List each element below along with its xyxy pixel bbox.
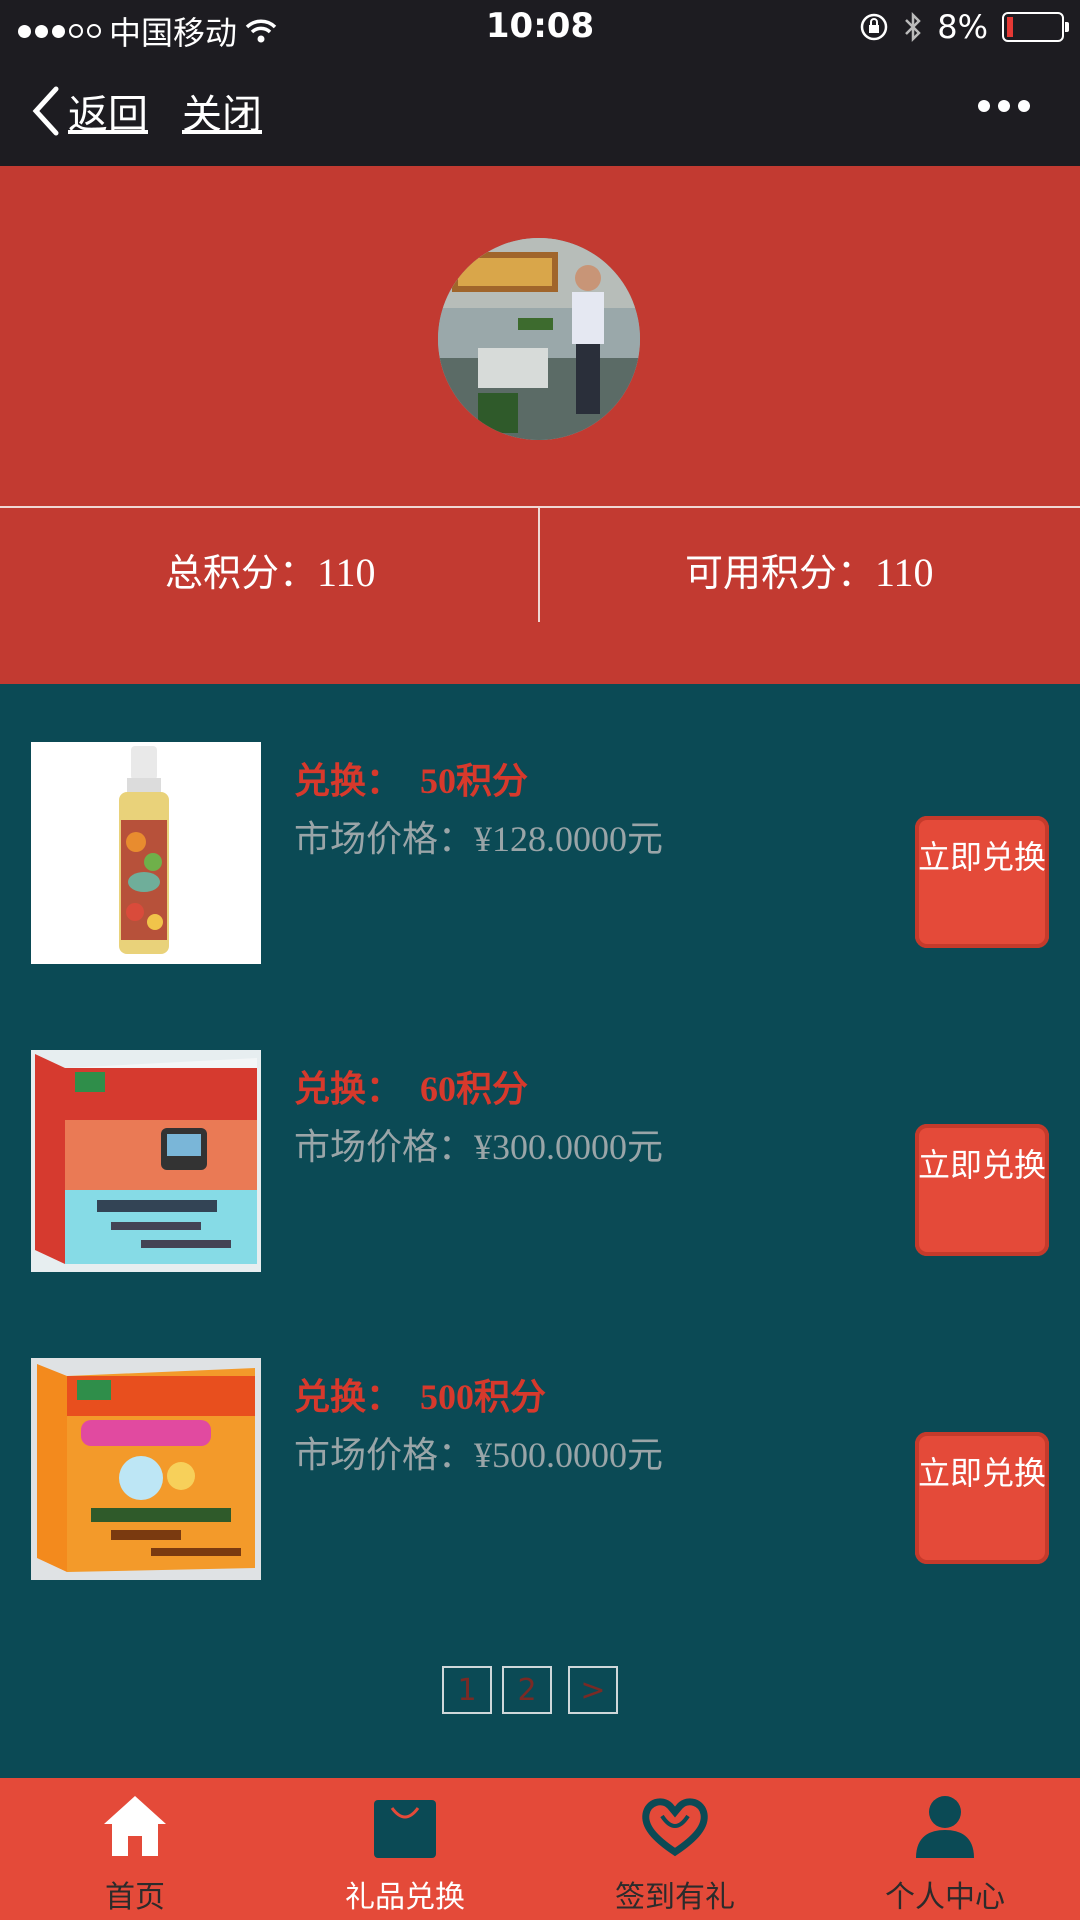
chevron-left-icon <box>32 86 59 136</box>
points-required: 500积分 <box>420 1377 547 1417</box>
exchange-points: 兑换： 500积分 <box>294 1368 546 1420</box>
market-price-label: 市场价格： <box>294 1435 475 1475</box>
total-points-value: 110 <box>317 550 376 595</box>
battery-icon <box>1002 12 1069 42</box>
available-points-value: 110 <box>875 550 934 595</box>
price-value: ¥500.0000元 <box>474 1435 664 1475</box>
back-label: 返回 <box>68 92 148 138</box>
market-price: 市场价格：¥500.0000元 <box>294 1426 663 1478</box>
points-required: 50积分 <box>420 761 529 801</box>
pagination: 1 2 > <box>442 1666 618 1714</box>
list-item: 兑换： 50积分 市场价格：¥128.0000元 立即兑换 <box>0 742 1080 972</box>
exchange-points: 兑换： 60积分 <box>294 1060 528 1112</box>
points-required: 60积分 <box>420 1069 529 1109</box>
close-button[interactable]: 关闭 <box>182 82 262 140</box>
tab-personal-center[interactable]: 个人中心 <box>810 1778 1080 1920</box>
home-icon <box>104 1796 166 1856</box>
person-icon <box>916 1796 974 1858</box>
market-price-label: 市场价格： <box>294 819 475 859</box>
product-image[interactable] <box>31 742 261 964</box>
tab-gift-exchange[interactable]: 礼品兑换 <box>270 1778 540 1920</box>
status-right: 8% <box>859 8 1069 46</box>
market-price: 市场价格：¥300.0000元 <box>294 1118 663 1170</box>
market-price: 市场价格：¥128.0000元 <box>294 810 663 862</box>
status-bar: 中国移动 10:08 8% <box>0 0 1080 52</box>
tab-label: 礼品兑换 <box>345 1880 465 1915</box>
tab-label: 个人中心 <box>885 1880 1005 1915</box>
next-page-button[interactable]: > <box>568 1666 618 1714</box>
more-options-icon[interactable] <box>978 100 1030 112</box>
price-value: ¥300.0000元 <box>474 1127 664 1167</box>
heart-icon <box>642 1798 708 1857</box>
tab-check-in[interactable]: 签到有礼 <box>540 1778 810 1920</box>
exchange-label: 兑换： <box>294 761 403 801</box>
battery-percent: 8% <box>937 8 988 46</box>
avatar[interactable] <box>438 238 640 440</box>
profile-header: 总积分：110 可用积分：110 <box>0 166 1080 684</box>
redeem-button[interactable]: 立即兑换 <box>915 816 1049 948</box>
rotation-lock-icon <box>860 13 888 41</box>
price-value: ¥128.0000元 <box>474 819 664 859</box>
tab-label: 签到有礼 <box>615 1880 735 1915</box>
divider-vertical <box>538 508 540 622</box>
available-points: 可用积分：110 <box>685 542 934 597</box>
total-points-label: 总积分： <box>165 551 318 595</box>
exchange-label: 兑换： <box>294 1069 403 1109</box>
exchange-points: 兑换： 50积分 <box>294 752 528 804</box>
nav-bar: 返回 关闭 <box>0 52 1080 166</box>
list-item: 兑换： 500积分 市场价格：¥500.0000元 立即兑换 <box>0 1358 1080 1588</box>
back-button[interactable]: 返回 <box>30 82 148 140</box>
product-image[interactable] <box>31 1358 261 1580</box>
page-button-1[interactable]: 1 <box>442 1666 492 1714</box>
divider <box>0 506 1080 508</box>
bluetooth-icon <box>905 11 922 43</box>
product-image[interactable] <box>31 1050 261 1272</box>
redeem-button[interactable]: 立即兑换 <box>915 1432 1049 1564</box>
tab-home[interactable]: 首页 <box>0 1778 270 1920</box>
market-price-label: 市场价格： <box>294 1127 475 1167</box>
redeem-button[interactable]: 立即兑换 <box>915 1124 1049 1256</box>
exchange-label: 兑换： <box>294 1377 403 1417</box>
tab-label: 首页 <box>105 1880 165 1915</box>
shopping-bag-icon <box>374 1800 436 1858</box>
page-button-2[interactable]: 2 <box>502 1666 552 1714</box>
total-points: 总积分：110 <box>165 542 376 597</box>
available-points-label: 可用积分： <box>685 551 876 595</box>
bottom-tab-bar: 首页 礼品兑换 签到有礼 个人中心 <box>0 1778 1080 1920</box>
list-item: 兑换： 60积分 市场价格：¥300.0000元 立即兑换 <box>0 1050 1080 1280</box>
